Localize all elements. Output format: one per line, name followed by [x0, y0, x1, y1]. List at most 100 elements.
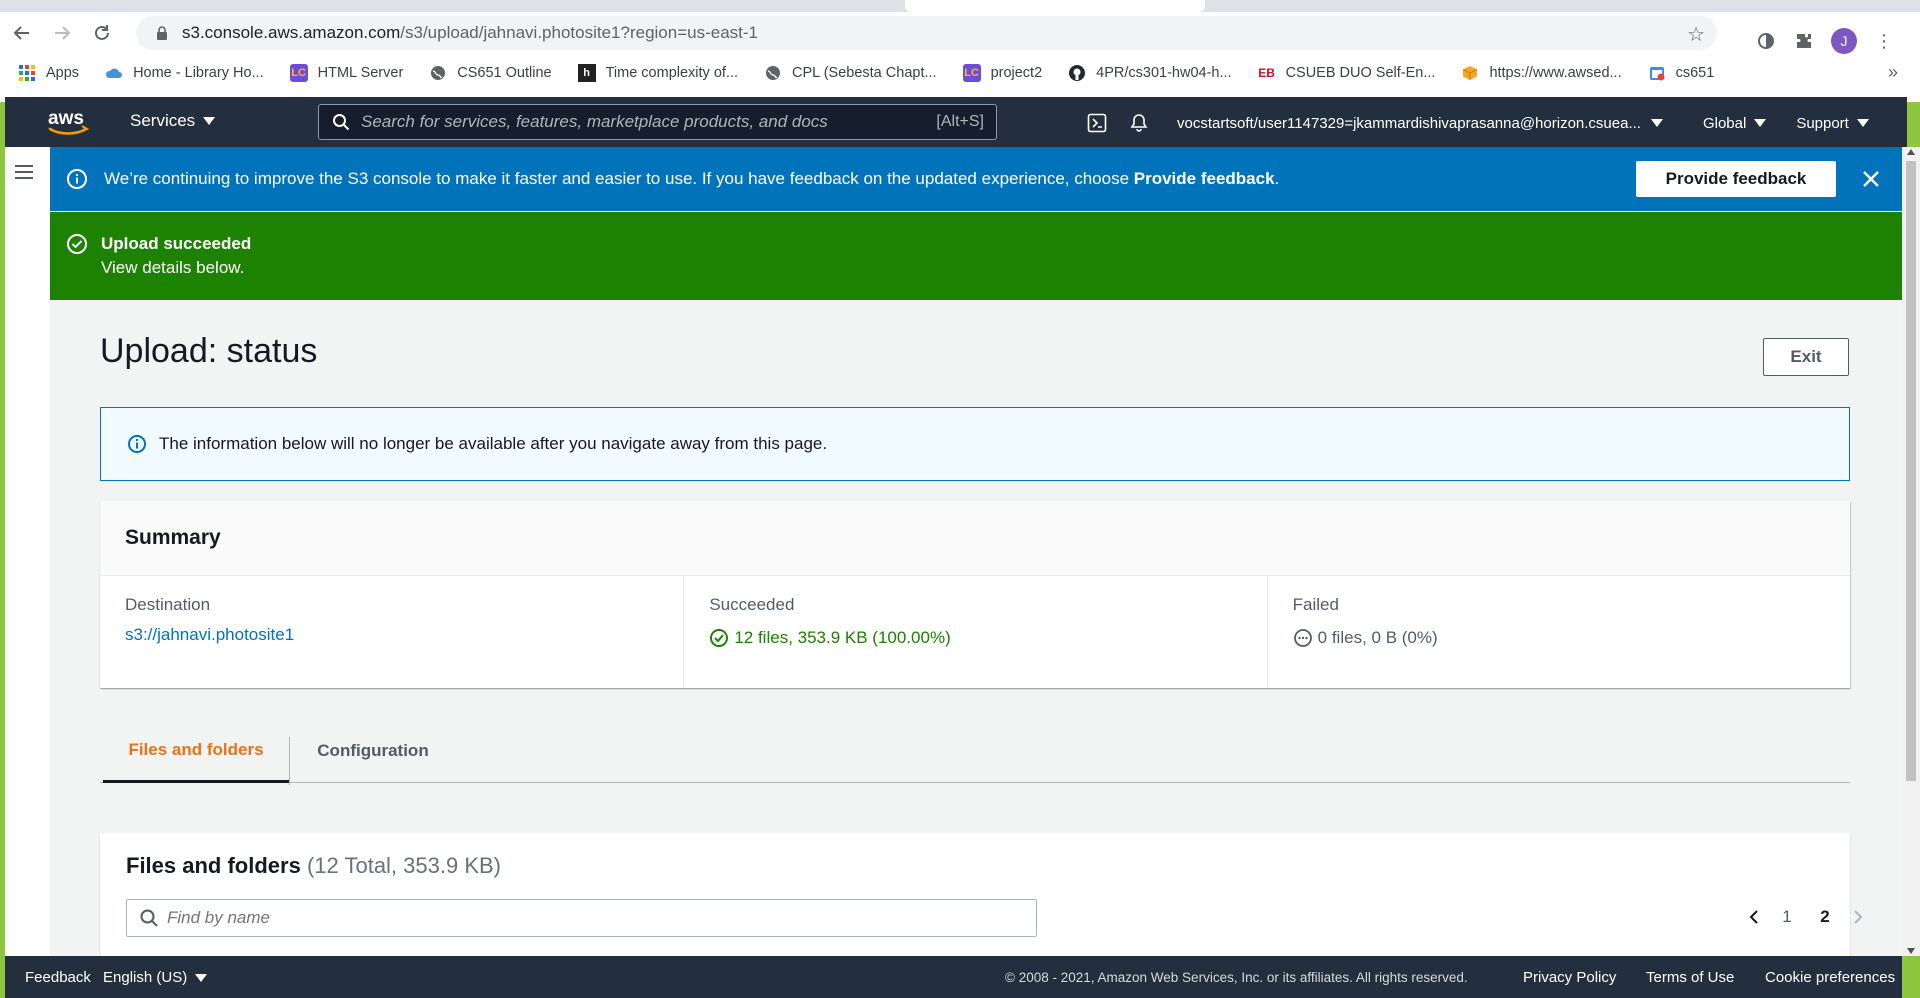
puzzle-extensions-icon[interactable]	[1793, 30, 1815, 52]
summary-heading: Summary	[100, 501, 1850, 576]
profile-avatar[interactable]: J	[1831, 28, 1857, 54]
find-by-name-input[interactable]	[167, 908, 1027, 928]
forward-button[interactable]	[44, 15, 80, 51]
bookmark-project2[interactable]: LC project2	[962, 64, 1042, 82]
bookmark-html-server[interactable]: LC HTML Server	[289, 64, 404, 82]
bookmark-star-icon[interactable]: ☆	[1687, 22, 1705, 47]
caret-down-icon	[203, 117, 216, 125]
url-text: s3.console.aws.amazon.com/s3/upload/jahn…	[182, 23, 758, 43]
destination-link[interactable]: s3://jahnavi.photosite1	[125, 625, 683, 645]
eb-icon: EB	[1258, 66, 1275, 80]
pending-dots-icon	[1293, 629, 1312, 647]
svg-text:aws: aws	[48, 108, 84, 129]
back-button[interactable]	[4, 15, 40, 51]
account-menu-button[interactable]: vocstartsoft/user1147329=jkammardishivap…	[1177, 115, 1663, 132]
destination-label: Destination	[125, 595, 211, 614]
cloudshell-icon[interactable]	[1085, 111, 1109, 135]
hamburger-menu-icon[interactable]	[15, 165, 33, 183]
bookmark-cs651[interactable]: cs651	[1648, 64, 1715, 82]
bookmark-label: HTML Server	[317, 65, 404, 81]
page-1-button[interactable]: 1	[1768, 907, 1806, 927]
files-heading: Files and folders (12 Total, 353.9 KB)	[126, 853, 501, 879]
chevron-left-icon[interactable]	[1740, 905, 1768, 929]
files-heading-count: (12 Total, 353.9 KB)	[306, 853, 501, 878]
chevron-right-icon[interactable]	[1844, 905, 1872, 929]
page-2-button[interactable]: 2	[1806, 907, 1844, 927]
region-label: Global	[1702, 114, 1747, 132]
bookmark-apps[interactable]: Apps	[18, 64, 79, 82]
bookmark-label: cs651	[1675, 65, 1715, 81]
footer-feedback-link[interactable]: Feedback	[25, 969, 91, 986]
provide-feedback-button[interactable]: Provide feedback	[1636, 161, 1836, 197]
globe-icon	[764, 64, 782, 82]
nav-right-group: vocstartsoft/user1147329=jkammardishivap…	[1085, 111, 1869, 135]
calendar-icon	[1648, 64, 1666, 82]
bookmark-csueb-duo[interactable]: EB CSUEB DUO Self-En...	[1258, 64, 1436, 82]
failed-value-row: 0 files, 0 B (0%)	[1293, 628, 1850, 648]
info-banner-end: .	[1274, 169, 1280, 188]
support-label: Support	[1796, 114, 1849, 132]
summary-failed: Failed 0 files, 0 B (0%)	[1266, 576, 1850, 688]
bookmark-cpl-sebesta[interactable]: CPL (Sebesta Chapt...	[764, 64, 937, 82]
page-scrollbar[interactable]	[1902, 147, 1920, 956]
tab-configuration[interactable]: Configuration	[303, 719, 443, 783]
search-icon	[140, 909, 158, 927]
bookmark-home-library[interactable]: Home - Library Ho...	[105, 64, 264, 82]
extension-circle-icon[interactable]	[1755, 30, 1777, 52]
privacy-policy-link[interactable]: Privacy Policy	[1523, 969, 1616, 986]
bookmark-label: https://www.awsed...	[1489, 65, 1622, 81]
info-banner-bold: Provide feedback	[1133, 169, 1275, 188]
support-menu-button[interactable]: Support	[1796, 115, 1869, 132]
exit-button[interactable]: Exit	[1763, 338, 1849, 376]
info-icon	[128, 435, 146, 453]
succeeded-value-row: 12 files, 353.9 KB (100.00%)	[709, 628, 1266, 648]
browser-chrome: s3.console.aws.amazon.com/s3/upload/jahn…	[0, 0, 1920, 102]
bookmark-cs651-outline[interactable]: CS651 Outline	[429, 64, 552, 82]
success-title: Upload succeeded	[101, 234, 252, 253]
bookmark-label: CPL (Sebesta Chapt...	[792, 65, 937, 81]
summary-destination: Destination s3://jahnavi.photosite1	[100, 576, 683, 688]
bookmarks-overflow-button[interactable]: »	[1888, 62, 1898, 83]
info-banner-text: We’re continuing to improve the S3 conso…	[104, 169, 1279, 189]
bell-notifications-icon[interactable]	[1127, 111, 1151, 135]
failed-value: 0 files, 0 B (0%)	[1317, 628, 1438, 647]
address-row: s3.console.aws.amazon.com/s3/upload/jahn…	[0, 12, 1920, 54]
copyright-text: © 2008 - 2021, Amazon Web Services, Inc.…	[1005, 970, 1468, 985]
close-icon[interactable]	[1861, 169, 1881, 189]
reload-button[interactable]	[84, 15, 120, 51]
extension-icons: J ⋮	[1755, 28, 1895, 54]
bookmark-4pr-cs301[interactable]: 4PR/cs301-hw04-h...	[1068, 64, 1232, 82]
feedback-info-banner: We’re continuing to improve the S3 conso…	[50, 147, 1902, 211]
leetcode-icon: LC	[962, 64, 981, 82]
bookmark-time-complexity[interactable]: h Time complexity of...	[577, 64, 739, 82]
bookmark-label: Time complexity of...	[605, 65, 739, 81]
find-by-name-field[interactable]	[126, 899, 1037, 937]
tab-divider	[289, 737, 290, 785]
aws-search-input[interactable]: Search for services, features, marketpla…	[318, 104, 997, 140]
bookmark-awseducate[interactable]: https://www.awsed...	[1461, 64, 1622, 82]
cookie-preferences-link[interactable]: Cookie preferences	[1765, 969, 1895, 986]
language-selector[interactable]: English (US)	[103, 969, 208, 986]
browser-menu-icon[interactable]: ⋮	[1873, 30, 1895, 52]
lock-icon	[150, 25, 174, 41]
region-menu-button[interactable]: Global	[1702, 114, 1767, 132]
back-arrow-icon	[13, 26, 29, 40]
terms-of-use-link[interactable]: Terms of Use	[1646, 969, 1734, 986]
aws-logo[interactable]: aws	[45, 106, 91, 138]
scroll-down-arrow[interactable]	[1907, 948, 1915, 954]
box-icon	[1461, 64, 1479, 82]
scrollbar-thumb[interactable]	[1906, 161, 1916, 781]
bookmark-label: CS651 Outline	[457, 65, 552, 81]
cloud-icon	[105, 64, 123, 82]
services-menu-button[interactable]: Services	[130, 111, 216, 131]
bookmark-label: CSUEB DUO Self-En...	[1285, 65, 1436, 81]
browser-tab-active[interactable]	[905, 0, 1205, 12]
services-label: Services	[130, 111, 196, 130]
caret-down-icon	[195, 973, 208, 982]
tab-files-and-folders[interactable]: Files and folders	[103, 719, 289, 783]
scroll-up-arrow[interactable]	[1907, 149, 1915, 155]
bookmarks-bar: Apps Home - Library Ho... LC HTML Server…	[0, 56, 1920, 90]
main-content: We’re continuing to improve the S3 conso…	[50, 147, 1902, 956]
address-bar[interactable]: s3.console.aws.amazon.com/s3/upload/jahn…	[136, 16, 1717, 50]
succeeded-label: Succeeded	[709, 595, 795, 614]
